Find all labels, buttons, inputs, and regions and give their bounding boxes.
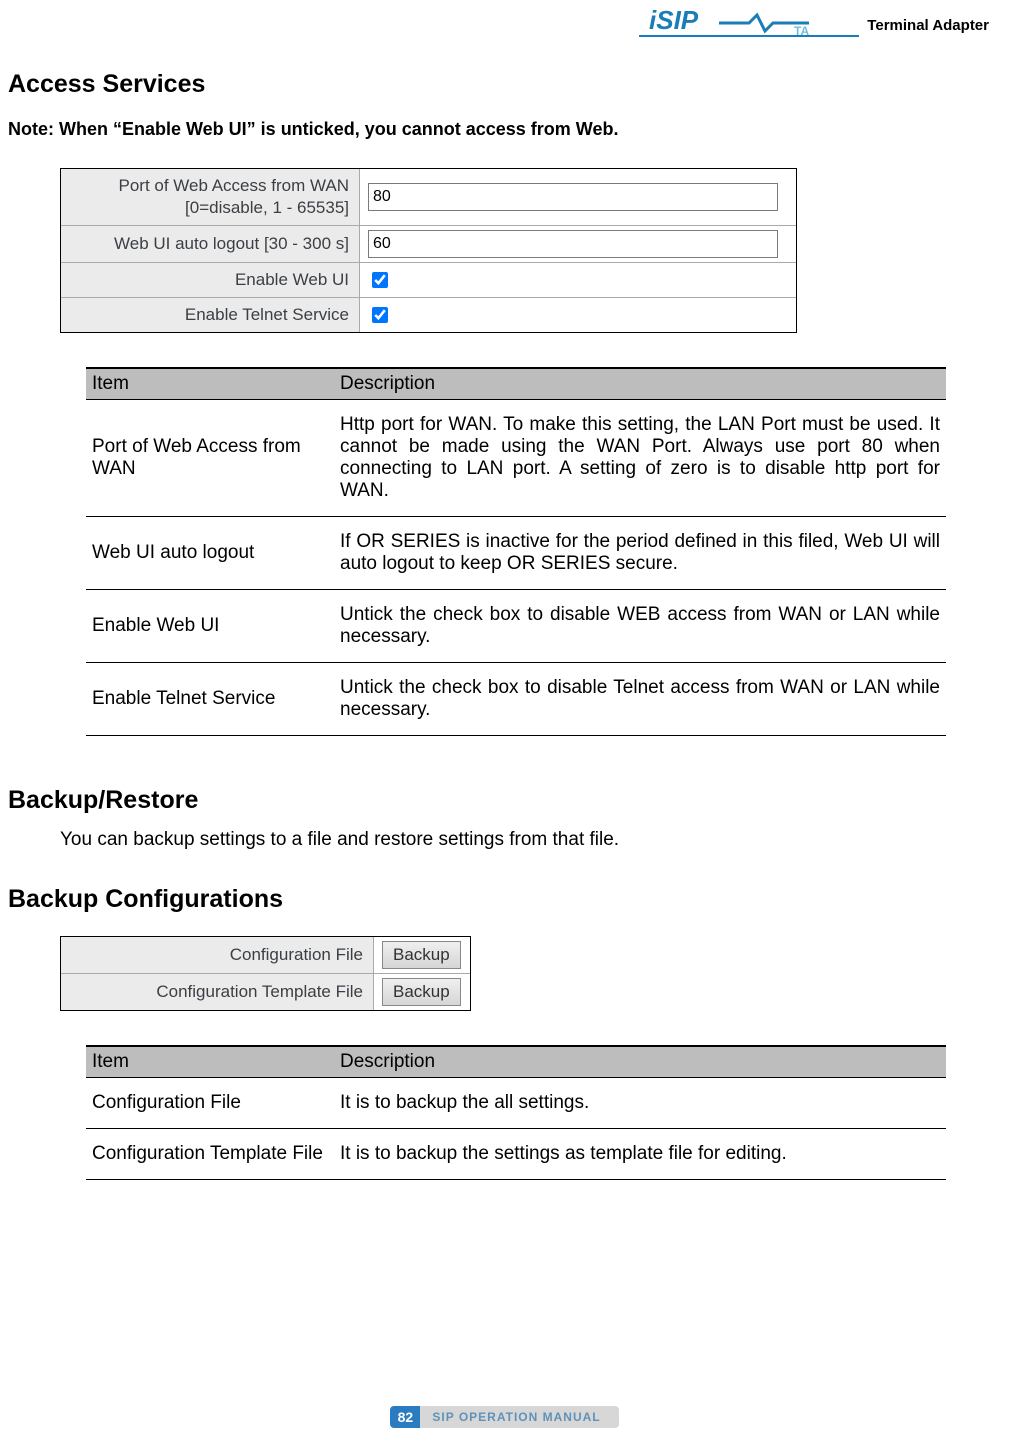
description-cell: It is to backup the all settings. [334,1078,946,1129]
heading-backup-configurations: Backup Configurations [8,885,1001,914]
form-value-cell: Backup [374,974,470,1010]
form-value-cell [360,226,796,262]
svg-text:iSIP: iSIP [649,5,699,35]
description-cell: Untick the check box to disable WEB acce… [334,590,946,663]
table-row: Configuration Template FileIt is to back… [86,1129,946,1180]
logo-text: Terminal Adapter [867,17,989,34]
text-input[interactable] [368,183,778,211]
item-cell: Port of Web Access from WAN [86,400,334,517]
table-header: Description [334,368,946,400]
table-header: Item [86,368,334,400]
table-header: Item [86,1046,334,1078]
text-input[interactable] [368,230,778,258]
form-row: Enable Telnet Service [61,298,796,332]
description-cell: It is to backup the settings as template… [334,1129,946,1180]
item-cell: Web UI auto logout [86,517,334,590]
manual-name: SIP OPERATION MANUAL [420,1406,618,1428]
checkbox-input[interactable] [372,307,388,323]
backup-configurations-description-table: ItemDescriptionConfiguration FileIt is t… [86,1045,946,1180]
description-cell: Untick the check box to disable Telnet a… [334,663,946,736]
access-services-description-table: ItemDescriptionPort of Web Access from W… [86,367,946,736]
sip-logo: iSIP TA [639,5,859,45]
header-logo-area: iSIP TA Terminal Adapter [639,5,989,45]
checkbox-input[interactable] [372,272,388,288]
form-label: Port of Web Access from WAN[0=disable, 1… [61,169,360,225]
form-value-cell [360,169,796,225]
form-row: Configuration File Backup [61,937,470,974]
form-label: Enable Telnet Service [61,298,360,332]
form-row: Port of Web Access from WAN[0=disable, 1… [61,169,796,226]
heading-backup-restore: Backup/Restore [8,786,1001,815]
form-row: Configuration Template File Backup [61,974,470,1010]
table-row: Enable Telnet ServiceUntick the check bo… [86,663,946,736]
heading-access-services: Access Services [8,70,1001,99]
item-cell: Configuration Template File [86,1129,334,1180]
note-enable-web-ui: Note: When “Enable Web UI” is unticked, … [8,119,1001,140]
form-label: Configuration Template File [61,974,374,1010]
form-label: Web UI auto logout [30 - 300 s] [61,226,360,262]
access-services-form: Port of Web Access from WAN[0=disable, 1… [60,168,797,333]
page-badge: 82 SIP OPERATION MANUAL [390,1406,618,1428]
page-number: 82 [390,1406,420,1428]
form-value-cell [360,298,796,332]
table-row: Port of Web Access from WANHttp port for… [86,400,946,517]
form-value-cell: Backup [374,937,470,973]
form-row: Enable Web UI [61,263,796,298]
page-footer: 82 SIP OPERATION MANUAL [0,1406,1009,1428]
item-cell: Configuration File [86,1078,334,1129]
table-row: Configuration FileIt is to backup the al… [86,1078,946,1129]
item-cell: Enable Web UI [86,590,334,663]
description-cell: If OR SERIES is inactive for the period … [334,517,946,590]
backup-configurations-form: Configuration FileBackupConfiguration Te… [60,936,471,1011]
table-header: Description [334,1046,946,1078]
table-row: Enable Web UIUntick the check box to dis… [86,590,946,663]
form-value-cell [360,263,796,297]
item-cell: Enable Telnet Service [86,663,334,736]
backup-intro-text: You can backup settings to a file and re… [60,829,1001,851]
table-row: Web UI auto logoutIf OR SERIES is inacti… [86,517,946,590]
backup-button[interactable]: Backup [382,978,461,1006]
backup-button[interactable]: Backup [382,941,461,969]
form-label: Configuration File [61,937,374,973]
svg-text:TA: TA [794,24,809,38]
form-row: Web UI auto logout [30 - 300 s] [61,226,796,263]
form-label: Enable Web UI [61,263,360,297]
description-cell: Http port for WAN. To make this setting,… [334,400,946,517]
